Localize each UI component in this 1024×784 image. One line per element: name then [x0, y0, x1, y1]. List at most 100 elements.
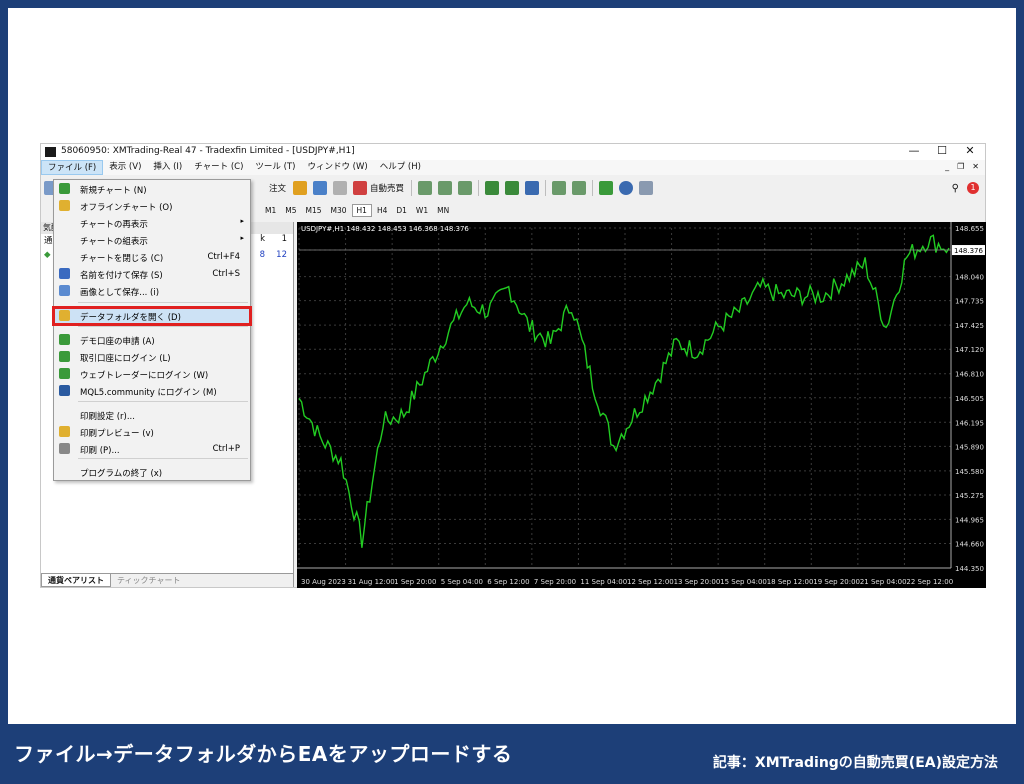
- menu-item-label: 新規チャート (N): [80, 186, 147, 196]
- x-tick-label: 11 Sep 04:00: [580, 578, 627, 586]
- x-tick-label: 18 Sep 12:00: [767, 578, 814, 586]
- menu-item-open-data-folder[interactable]: データフォルダを開く (D): [52, 306, 252, 326]
- y-tick-label: 147.425: [955, 322, 984, 330]
- timeframe-m5[interactable]: M5: [281, 205, 300, 216]
- menu-file[interactable]: ファイル (F): [41, 160, 104, 175]
- y-tick-label: 146.195: [955, 419, 984, 427]
- indicators-icon[interactable]: [599, 181, 614, 195]
- menu-item-tile-chart[interactable]: チャートの組表示 ▸: [54, 232, 250, 248]
- article-title: 記事：XMTradingの自動売買(EA)設定方法: [712, 755, 998, 771]
- chart-shift-icon[interactable]: [572, 181, 587, 195]
- menu-help[interactable]: ヘルプ (H): [374, 160, 427, 175]
- maximize-button[interactable]: ☐: [935, 144, 949, 157]
- menu-item-new-chart[interactable]: 新規チャート (N): [54, 181, 250, 197]
- timeframe-d1[interactable]: D1: [392, 205, 411, 216]
- menu-window[interactable]: ウィンドウ (W): [301, 160, 373, 175]
- submenu-arrow-icon: ▸: [240, 217, 244, 225]
- menu-item-label: チャートの再表示: [80, 220, 148, 230]
- login-trade-account-icon: [59, 351, 70, 362]
- menu-tools[interactable]: ツール (T): [249, 160, 301, 175]
- minimize-button[interactable]: —: [907, 144, 921, 157]
- tab-tick-chart[interactable]: ティックチャート: [111, 574, 186, 587]
- meta-editor-icon[interactable]: [293, 181, 308, 195]
- menu-item-login-trade-account[interactable]: 取引口座にログイン (L): [54, 349, 250, 365]
- mdi-close-icon[interactable]: ✕: [972, 162, 979, 171]
- timeframe-mn[interactable]: MN: [433, 205, 453, 216]
- menu-chart[interactable]: チャート (C): [188, 160, 249, 175]
- auto-scroll-icon[interactable]: [552, 181, 567, 195]
- mdi-restore-icon[interactable]: ❐: [957, 162, 964, 171]
- new-order-button[interactable]: 注文: [269, 182, 286, 194]
- title-bar: 58060950: XMTrading-Real 47 - Tradexfin …: [41, 144, 985, 160]
- offline-chart-icon: [59, 200, 70, 211]
- line-chart-icon[interactable]: [458, 181, 473, 195]
- tile-windows-icon[interactable]: [525, 181, 540, 195]
- timeframe-h1[interactable]: H1: [351, 203, 372, 217]
- menu-item-save-as[interactable]: 名前を付けて保存 (S) Ctrl+S: [54, 266, 250, 282]
- menu-bar: ファイル (F) 表示 (V) 挿入 (I) チャート (C) ツール (T) …: [41, 160, 985, 175]
- y-tick-label: 145.890: [955, 443, 984, 451]
- menu-item-login-web-trader[interactable]: ウェブトレーダーにログイン (W): [54, 366, 250, 382]
- x-tick-label: 22 Sep 12:00: [906, 578, 953, 586]
- caption-bar: ファイル→データフォルダからEAをアップロードする 記事：XMTradingの自…: [0, 724, 1024, 784]
- menu-item-login-mql5[interactable]: MQL5.community にログイン (M): [54, 383, 250, 399]
- timeframe-m30[interactable]: M30: [327, 205, 351, 216]
- menu-item-label: 取引口座にログイン (L): [80, 354, 171, 364]
- terminal-icon[interactable]: [333, 181, 348, 195]
- window-controls: — ☐ ✕: [907, 144, 977, 157]
- menu-item-exit-program[interactable]: プログラムの終了 (x): [54, 464, 250, 480]
- login-mql5-icon: [59, 385, 70, 396]
- zoom-in-icon[interactable]: [485, 181, 500, 195]
- menu-item-label: 印刷 (P)...: [80, 446, 120, 456]
- bar-chart-icon[interactable]: [418, 181, 433, 195]
- menu-item-print-setup[interactable]: 印刷設定 (r)...: [54, 407, 250, 423]
- menu-item-label: 画像として保存... (i): [80, 288, 160, 298]
- y-tick-label: 144.660: [955, 541, 984, 549]
- menu-item-label: ウェブトレーダーにログイン (W): [80, 371, 209, 381]
- menu-item-save-as-picture[interactable]: 画像として保存... (i): [54, 283, 250, 299]
- menu-item-print-preview[interactable]: 印刷プレビュー (v): [54, 424, 250, 440]
- x-tick-label: 13 Sep 20:00: [674, 578, 721, 586]
- x-tick-label: 12 Sep 12:00: [627, 578, 674, 586]
- navigator-icon[interactable]: [313, 181, 328, 195]
- tab-symbols[interactable]: 通貨ペアリスト: [41, 574, 111, 587]
- auto-trade-icon[interactable]: [353, 181, 368, 195]
- menu-item-print[interactable]: 印刷 (P)... Ctrl+P: [54, 441, 250, 457]
- menu-view[interactable]: 表示 (V): [103, 160, 147, 175]
- menu-item-shortcut: Ctrl+F4: [207, 252, 240, 262]
- menu-item-label: オフラインチャート (O): [80, 203, 173, 213]
- open-demo-account-icon: [59, 334, 70, 345]
- menu-item-label: データフォルダを開く (D): [80, 313, 181, 323]
- submenu-arrow-icon: ▸: [240, 234, 244, 242]
- notification-icon[interactable]: 1: [967, 182, 979, 194]
- menu-insert[interactable]: 挿入 (I): [147, 160, 188, 175]
- menu-separator: [78, 326, 248, 327]
- menu-item-open-demo-account[interactable]: デモ口座の申請 (A): [54, 332, 250, 348]
- mdi-minimize-icon[interactable]: _: [945, 162, 949, 171]
- candle-chart-icon[interactable]: [438, 181, 453, 195]
- close-button[interactable]: ✕: [963, 144, 977, 157]
- timeframe-w1[interactable]: W1: [412, 205, 432, 216]
- menu-item-label: 印刷設定 (r)...: [80, 412, 135, 422]
- price-tag-label: 148.376: [954, 247, 983, 255]
- x-tick-label: 19 Sep 20:00: [813, 578, 860, 586]
- y-tick-label: 146.810: [955, 371, 984, 379]
- search-icon[interactable]: ⚲: [952, 183, 959, 194]
- menu-item-label: チャートを閉じる (C): [80, 254, 164, 264]
- menu-item-refresh-chart[interactable]: チャートの再表示 ▸: [54, 215, 250, 231]
- panel-tabs: 通貨ペアリスト ティックチャート: [41, 573, 293, 587]
- auto-trade-button[interactable]: 自動売買: [370, 182, 404, 194]
- timeframe-m1[interactable]: M1: [261, 205, 280, 216]
- timeframe-h4[interactable]: H4: [373, 205, 391, 216]
- periods-icon[interactable]: [619, 181, 634, 195]
- menu-item-close-chart[interactable]: チャートを閉じる (C) Ctrl+F4: [54, 249, 250, 265]
- timeframe-m15[interactable]: M15: [302, 205, 326, 216]
- zoom-out-icon[interactable]: [505, 181, 520, 195]
- price-chart[interactable]: 30 Aug 2023 31 Aug 12:00 1 Sep 20:00 5 Sep …: [297, 222, 986, 588]
- menu-item-shortcut: Ctrl+P: [212, 444, 240, 454]
- file-menu-dropdown: 新規チャート (N) オフラインチャート (O) チャートの再表示 ▸ チャートの組表示…: [52, 179, 252, 481]
- templates-icon[interactable]: [639, 181, 654, 195]
- menu-item-offline-chart[interactable]: オフラインチャート (O): [54, 198, 250, 214]
- menu-item-label: プログラムの終了 (x): [80, 469, 163, 479]
- menu-item-label: デモ口座の申請 (A): [80, 337, 155, 347]
